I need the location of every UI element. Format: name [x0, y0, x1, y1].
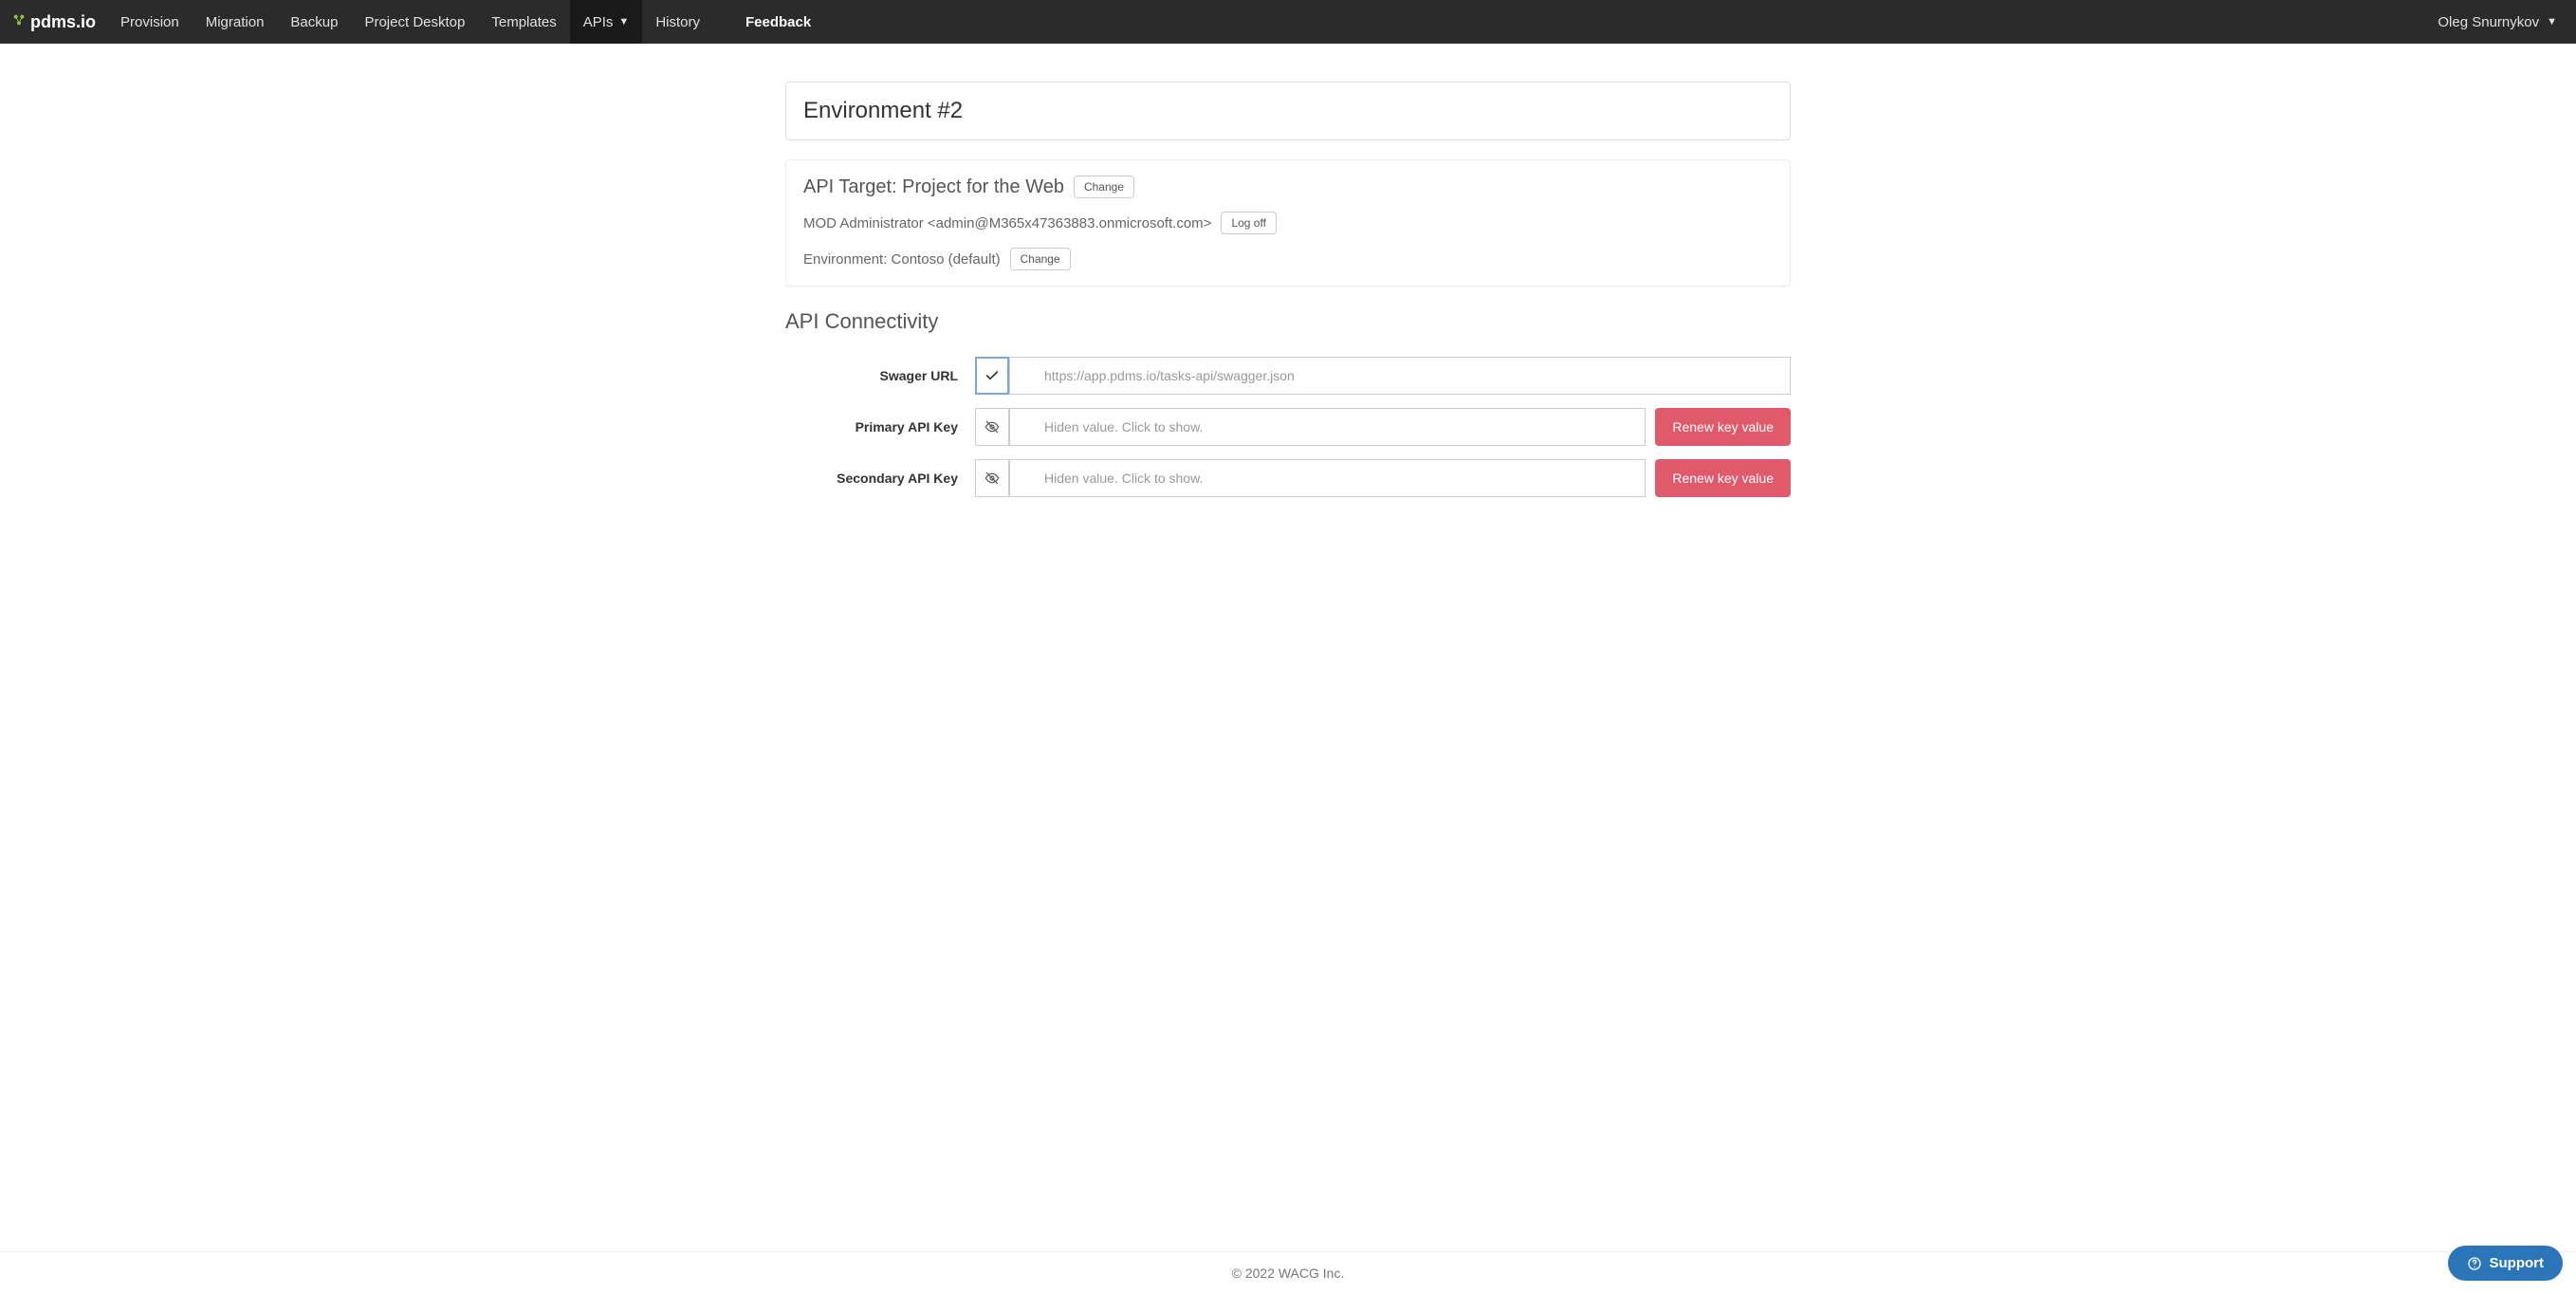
- nav-apis[interactable]: APIs ▼: [570, 0, 643, 44]
- api-target-label: API Target: Project for the Web: [803, 176, 1064, 198]
- swagger-url-label: Swager URL: [785, 368, 975, 383]
- copy-swagger-button[interactable]: [975, 357, 1009, 395]
- logoff-button[interactable]: Log off: [1221, 212, 1276, 234]
- target-info-block: API Target: Project for the Web Change M…: [785, 159, 1791, 287]
- nav-provision[interactable]: Provision: [107, 0, 193, 44]
- nav-feedback[interactable]: Feedback: [732, 0, 824, 44]
- toggle-visibility-secondary-button[interactable]: [975, 459, 1009, 497]
- swagger-url-row: Swager URL https://app.pdms.io/tasks-api…: [785, 357, 1791, 395]
- footer: © 2022 WACG Inc.: [0, 1251, 2576, 1294]
- chevron-down-icon: ▼: [618, 16, 629, 28]
- user-menu[interactable]: Oleg Snurnykov ▼: [2419, 0, 2576, 44]
- nav-backup[interactable]: Backup: [277, 0, 351, 44]
- eye-off-icon: [984, 471, 1000, 486]
- environment-line: Environment: Contoso (default): [803, 251, 1001, 268]
- renew-primary-button[interactable]: Renew key value: [1655, 408, 1791, 446]
- change-environment-button[interactable]: Change: [1010, 248, 1071, 270]
- title-panel: Environment #2: [785, 82, 1791, 140]
- logo-icon: [11, 12, 27, 32]
- help-icon: [2467, 1256, 2482, 1271]
- support-button[interactable]: Support: [2448, 1246, 2564, 1281]
- main-container: Environment #2 API Target: Project for t…: [766, 82, 1810, 497]
- footer-text: © 2022 WACG Inc.: [1232, 1266, 1345, 1281]
- check-icon: [984, 368, 1000, 383]
- primary-key-input[interactable]: Hiden value. Click to show.: [1009, 408, 1646, 446]
- admin-line: MOD Administrator <admin@M365x47363883.o…: [803, 215, 1211, 231]
- primary-key-label: Primary API Key: [785, 419, 975, 434]
- user-name: Oleg Snurnykov: [2438, 14, 2539, 30]
- brand-logo[interactable]: pdms.io: [0, 0, 107, 44]
- primary-key-row: Primary API Key Hiden value. Click to sh…: [785, 408, 1791, 446]
- nav-migration[interactable]: Migration: [193, 0, 278, 44]
- chevron-down-icon: ▼: [2547, 16, 2557, 28]
- secondary-key-label: Secondary API Key: [785, 471, 975, 486]
- renew-secondary-button[interactable]: Renew key value: [1655, 459, 1791, 497]
- page-title: Environment #2: [786, 83, 1790, 139]
- toggle-visibility-primary-button[interactable]: [975, 408, 1009, 446]
- top-nav: pdms.io Provision Migration Backup Proje…: [0, 0, 2576, 44]
- nav-history[interactable]: History: [642, 0, 713, 44]
- nav-templates[interactable]: Templates: [478, 0, 569, 44]
- change-target-button[interactable]: Change: [1074, 176, 1134, 198]
- connectivity-title: API Connectivity: [785, 309, 1791, 334]
- secondary-key-row: Secondary API Key Hiden value. Click to …: [785, 459, 1791, 497]
- eye-off-icon: [984, 419, 1000, 434]
- secondary-key-input[interactable]: Hiden value. Click to show.: [1009, 459, 1646, 497]
- support-label: Support: [2490, 1255, 2545, 1271]
- nav-project-desktop[interactable]: Project Desktop: [351, 0, 478, 44]
- nav-items: Provision Migration Backup Project Deskt…: [107, 0, 824, 44]
- brand-text: pdms.io: [30, 12, 96, 32]
- swagger-url-input[interactable]: https://app.pdms.io/tasks-api/swagger.js…: [1009, 357, 1791, 395]
